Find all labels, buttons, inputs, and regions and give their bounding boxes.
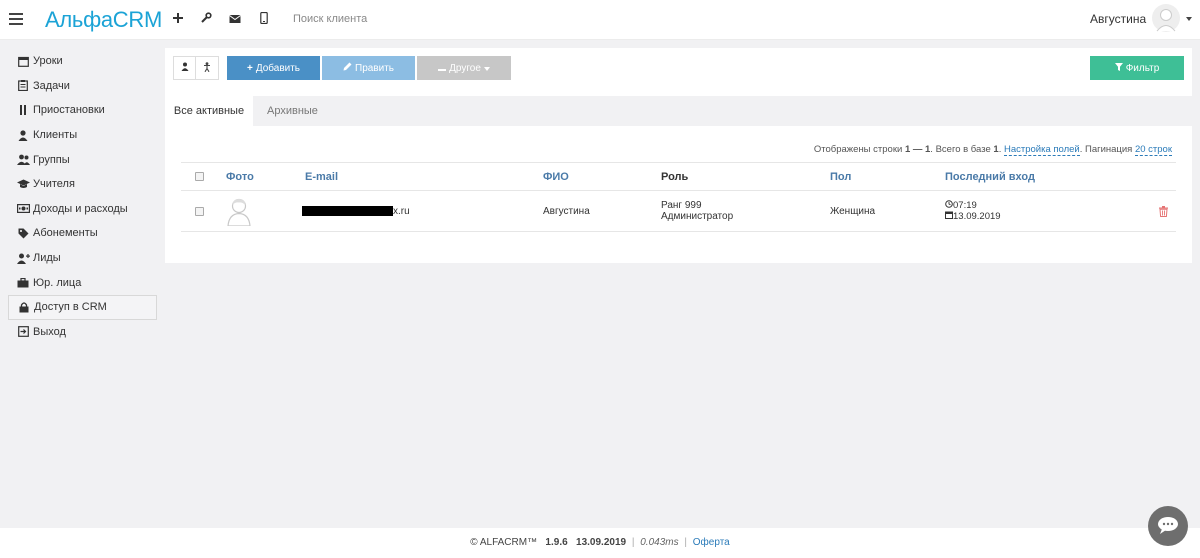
- footer-render-time: 0.043ms: [640, 537, 679, 548]
- sidebar-item-teachers[interactable]: Учителя: [8, 172, 157, 197]
- plus-icon: +: [246, 62, 253, 74]
- menu-icon[interactable]: [9, 13, 23, 25]
- edit-button[interactable]: Править: [322, 56, 415, 80]
- calendar-icon: [16, 56, 30, 67]
- user-add-icon: [16, 253, 30, 264]
- redacted-block: [302, 206, 393, 217]
- select-all-checkbox[interactable]: [195, 172, 204, 181]
- tabs-bar: [165, 96, 1192, 126]
- user-name[interactable]: Августина: [1090, 12, 1146, 26]
- sidebar-item-leads[interactable]: Лиды: [8, 246, 157, 271]
- trash-icon[interactable]: [1159, 206, 1168, 220]
- column-gender[interactable]: Пол: [830, 171, 851, 183]
- mobile-icon[interactable]: [256, 11, 272, 27]
- tag-icon: [16, 228, 30, 239]
- add-button[interactable]: + Добавить: [227, 56, 320, 80]
- lock-icon: [17, 302, 31, 313]
- sidebar: Уроки Задачи Приостановки Клиенты Группы…: [8, 49, 157, 344]
- table-row[interactable]: x.ru Августина Ранг 999 Администратор Же…: [181, 191, 1176, 232]
- row-email: x.ru: [302, 206, 410, 217]
- sidebar-item-lessons[interactable]: Уроки: [8, 49, 157, 74]
- sidebar-item-subscriptions[interactable]: Абонементы: [8, 221, 157, 246]
- briefcase-icon: [16, 277, 30, 288]
- sidebar-item-label: Учителя: [33, 178, 75, 191]
- money-icon: [16, 204, 30, 214]
- row-name: Августина: [543, 206, 590, 217]
- sidebar-item-logout[interactable]: Выход: [8, 320, 157, 345]
- sidebar-item-label: Группы: [33, 153, 70, 166]
- row-checkbox[interactable]: [195, 207, 204, 216]
- row-gender: Женщина: [830, 206, 876, 217]
- view-single-user-toggle[interactable]: [173, 56, 196, 80]
- sidebar-item-label: Лиды: [33, 252, 61, 265]
- person-icon: [203, 61, 211, 75]
- user-menu-chevron-down-icon[interactable]: [1186, 17, 1192, 21]
- clock-icon: [945, 200, 953, 211]
- sidebar-item-label: Клиенты: [33, 129, 78, 142]
- sidebar-item-label: Уроки: [33, 55, 63, 68]
- footer: © ALFACRM™ 1.9.6 13.09.2019 | 0.043ms | …: [0, 528, 1200, 558]
- tab-archive[interactable]: Архивные: [267, 96, 318, 126]
- sidebar-item-legal-entities[interactable]: Юр. лица: [8, 270, 157, 295]
- table-header: Фото E-mail ФИО Роль Пол Последний вход: [181, 162, 1176, 191]
- users-table: Фото E-mail ФИО Роль Пол Последний вход …: [181, 162, 1176, 232]
- footer-version: 1.9.6: [545, 537, 568, 548]
- view-staff-toggle[interactable]: [196, 56, 219, 80]
- mail-icon[interactable]: [227, 11, 243, 27]
- chat-bubble-icon: [1157, 516, 1179, 537]
- rows-info: Отображены строки 1 — 1. Всего в базе 1.…: [813, 144, 1172, 156]
- avatar: [226, 196, 252, 227]
- users-icon: [16, 154, 30, 166]
- user-avatar-icon[interactable]: [1152, 4, 1180, 34]
- pause-icon: [16, 105, 30, 116]
- row-last-login: 07:19 13.09.2019: [945, 200, 1001, 222]
- user-icon: [181, 62, 189, 74]
- row-role: Ранг 999 Администратор: [661, 200, 734, 222]
- sidebar-item-label: Задачи: [33, 79, 70, 92]
- column-photo[interactable]: Фото: [226, 171, 254, 183]
- top-bar: АльфаCRM Августина: [0, 0, 1200, 40]
- sidebar-item-label: Приостановки: [33, 104, 105, 117]
- sidebar-item-label: Доступ в CRM: [34, 301, 107, 314]
- sidebar-item-crm-access[interactable]: Доступ в CRM: [8, 294, 157, 320]
- offer-link[interactable]: Оферта: [693, 537, 730, 548]
- filter-icon: [1114, 62, 1123, 74]
- pencil-icon: [343, 62, 352, 74]
- calendar-icon: [945, 211, 953, 222]
- footer-brand: © ALFACRM™: [470, 537, 538, 548]
- column-last-login[interactable]: Последний вход: [945, 171, 1035, 183]
- app-logo[interactable]: АльфаCRM: [45, 7, 162, 33]
- column-role: Роль: [661, 171, 689, 183]
- pagination-link[interactable]: 20 строк: [1134, 144, 1172, 156]
- sidebar-item-label: Доходы и расходы: [33, 202, 128, 215]
- clipboard-icon: [16, 80, 30, 92]
- sidebar-item-clients[interactable]: Клиенты: [8, 123, 157, 148]
- minus-icon: [438, 63, 447, 74]
- main-panel: + Добавить Править Другое Фильтр Все акт…: [165, 48, 1192, 263]
- sidebar-item-pauses[interactable]: Приостановки: [8, 98, 157, 123]
- plus-icon[interactable]: [170, 11, 186, 27]
- column-email[interactable]: E-mail: [305, 171, 338, 183]
- fields-settings-link[interactable]: Настройка полей: [1003, 144, 1080, 156]
- sidebar-item-label: Выход: [33, 325, 66, 338]
- user-icon: [16, 129, 30, 141]
- filter-button[interactable]: Фильтр: [1090, 56, 1184, 80]
- graduation-cap-icon: [16, 179, 30, 189]
- logout-icon: [16, 326, 30, 338]
- sidebar-item-groups[interactable]: Группы: [8, 147, 157, 172]
- other-dropdown-button[interactable]: Другое: [417, 56, 511, 80]
- tab-all-active[interactable]: Все активные: [165, 96, 253, 126]
- sidebar-item-finance[interactable]: Доходы и расходы: [8, 197, 157, 222]
- sidebar-item-label: Абонементы: [33, 227, 98, 240]
- chevron-down-icon: [483, 63, 490, 74]
- sidebar-item-label: Юр. лица: [33, 276, 82, 289]
- wrench-icon[interactable]: [198, 11, 214, 27]
- chat-widget-button[interactable]: [1148, 506, 1188, 546]
- sidebar-item-tasks[interactable]: Задачи: [8, 74, 157, 99]
- client-search-input[interactable]: [285, 9, 505, 29]
- footer-date: 13.09.2019: [576, 537, 627, 548]
- column-name[interactable]: ФИО: [543, 171, 569, 183]
